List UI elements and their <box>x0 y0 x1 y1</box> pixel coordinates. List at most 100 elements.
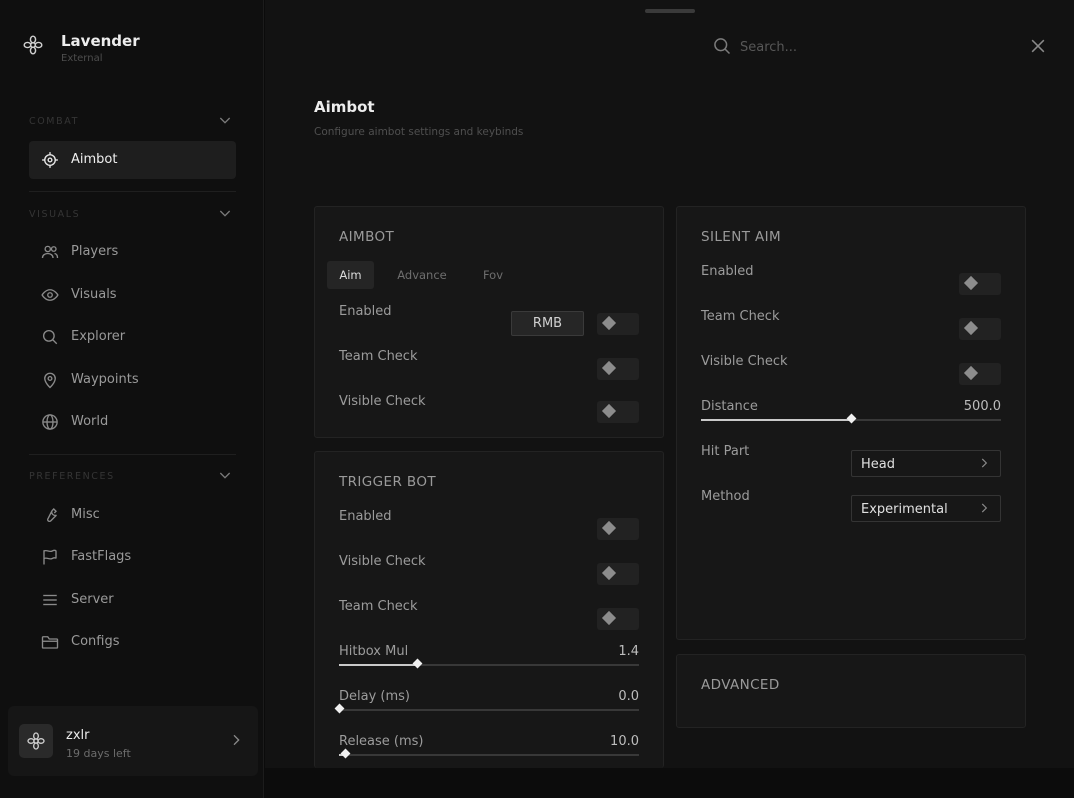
team-check-label: Team Check <box>701 309 780 324</box>
keybind-button[interactable]: RMB <box>511 311 584 336</box>
slider-thumb[interactable] <box>412 658 423 669</box>
silent-aim-card: SILENT AIM Enabled Team Check Visible Ch… <box>676 206 1026 640</box>
enabled-label: Enabled <box>701 264 754 279</box>
card-title: AIMBOT <box>339 229 395 245</box>
section-title-visuals: VISUALS <box>29 209 81 220</box>
enabled-toggle[interactable] <box>597 313 639 335</box>
eye-icon <box>41 289 59 301</box>
search-icon <box>714 38 731 55</box>
slider-thumb[interactable] <box>846 413 857 424</box>
flower-logo-icon <box>23 35 43 55</box>
map-pin-icon <box>44 372 56 389</box>
tab-fov[interactable]: Fov <box>473 261 513 289</box>
delay-slider[interactable] <box>334 703 639 714</box>
close-icon[interactable] <box>1028 36 1048 56</box>
release-value: 10.0 <box>610 734 639 749</box>
visible-check-label: Visible Check <box>339 394 426 409</box>
chevron-right-icon <box>981 458 988 468</box>
sidebar-item-visuals[interactable]: Visuals <box>29 276 236 314</box>
sidebar-item-label: Misc <box>71 507 100 522</box>
hitbox-mul-slider[interactable] <box>339 658 639 669</box>
subscription-status: 19 days left <box>66 747 131 760</box>
enabled-toggle[interactable] <box>959 273 1001 295</box>
users-icon <box>41 245 59 259</box>
slider-fill <box>701 419 851 421</box>
hit-part-select[interactable]: Head <box>851 450 1001 477</box>
visible-check-label: Visible Check <box>339 554 426 569</box>
slider-fill <box>339 664 417 666</box>
enabled-toggle[interactable] <box>597 518 639 540</box>
release-label: Release (ms) <box>339 734 424 749</box>
advanced-card[interactable]: ADVANCED <box>676 654 1026 728</box>
avatar <box>19 724 53 758</box>
sidebar-item-world[interactable]: World <box>29 403 236 441</box>
tab-aim[interactable]: Aim <box>327 261 374 289</box>
team-check-toggle[interactable] <box>959 318 1001 340</box>
hit-part-value: Head <box>861 457 895 472</box>
chevron-right-icon <box>981 503 988 513</box>
search-input[interactable] <box>738 34 962 60</box>
slider-thumb[interactable] <box>340 748 351 759</box>
trigger-bot-card: TRIGGER BOT Enabled Visible Check Team C… <box>314 451 664 768</box>
sidebar-item-configs[interactable]: Configs <box>29 623 236 661</box>
sidebar-item-explorer[interactable]: Explorer <box>29 318 236 356</box>
visible-check-toggle[interactable] <box>959 363 1001 385</box>
chevron-down-icon[interactable] <box>217 112 233 128</box>
brand-name: Lavender <box>61 32 140 50</box>
sidebar-item-aimbot[interactable]: Aimbot <box>29 141 236 179</box>
sidebar-item-label: Waypoints <box>71 372 139 387</box>
crosshair-icon <box>42 152 58 168</box>
aimbot-card: AIMBOT Aim Advance Fov Enabled RMB Team … <box>314 206 664 438</box>
drag-handle[interactable] <box>645 9 695 13</box>
card-title: SILENT AIM <box>701 229 782 245</box>
sidebar-item-players[interactable]: Players <box>29 233 236 271</box>
tab-advance[interactable]: Advance <box>387 261 457 289</box>
sidebar-item-label: World <box>71 414 109 429</box>
distance-label: Distance <box>701 399 758 414</box>
footer-bar <box>265 768 1074 798</box>
team-check-label: Team Check <box>339 349 418 364</box>
chevron-down-icon[interactable] <box>217 205 233 221</box>
chevron-right-icon <box>233 734 240 746</box>
team-check-toggle[interactable] <box>597 608 639 630</box>
sidebar-item-server[interactable]: Server <box>29 581 236 619</box>
search-bar <box>712 34 972 60</box>
sidebar-item-label: Visuals <box>71 287 117 302</box>
sidebar-item-label: Aimbot <box>71 152 118 167</box>
menu-icon <box>43 594 57 606</box>
flag-icon <box>43 549 57 565</box>
sidebar-item-waypoints[interactable]: Waypoints <box>29 361 236 399</box>
visible-check-label: Visible Check <box>701 354 788 369</box>
delay-value: 0.0 <box>618 689 639 704</box>
search-icon <box>42 329 58 345</box>
sidebar-item-label: Explorer <box>71 329 126 344</box>
username: zxlr <box>66 728 90 743</box>
team-check-toggle[interactable] <box>597 358 639 380</box>
sidebar-item-misc[interactable]: Misc <box>29 496 236 534</box>
section-title-combat: COMBAT <box>29 116 79 127</box>
enabled-label: Enabled <box>339 304 392 319</box>
divider <box>29 454 236 455</box>
hit-part-label: Hit Part <box>701 444 750 459</box>
hitbox-mul-label: Hitbox Mul <box>339 644 409 659</box>
card-title: TRIGGER BOT <box>339 474 437 490</box>
hitbox-mul-value: 1.4 <box>618 644 639 659</box>
brand-subtitle: External <box>61 53 103 64</box>
slider-thumb[interactable] <box>334 703 345 714</box>
sidebar-item-label: Server <box>71 592 114 607</box>
method-label: Method <box>701 489 750 504</box>
method-select[interactable]: Experimental <box>851 495 1001 522</box>
distance-slider[interactable] <box>701 413 1001 424</box>
distance-value: 500.0 <box>963 399 1001 414</box>
chevron-down-icon[interactable] <box>217 467 233 483</box>
user-card[interactable]: zxlr 19 days left <box>8 706 258 776</box>
enabled-label: Enabled <box>339 509 392 524</box>
release-slider[interactable] <box>339 748 639 759</box>
sidebar-item-label: Configs <box>71 634 120 649</box>
visible-check-toggle[interactable] <box>597 401 639 423</box>
divider <box>29 191 236 192</box>
card-title: ADVANCED <box>701 677 780 693</box>
visible-check-toggle[interactable] <box>597 563 639 585</box>
sidebar-item-fastflags[interactable]: FastFlags <box>29 538 236 576</box>
method-value: Experimental <box>861 502 948 517</box>
